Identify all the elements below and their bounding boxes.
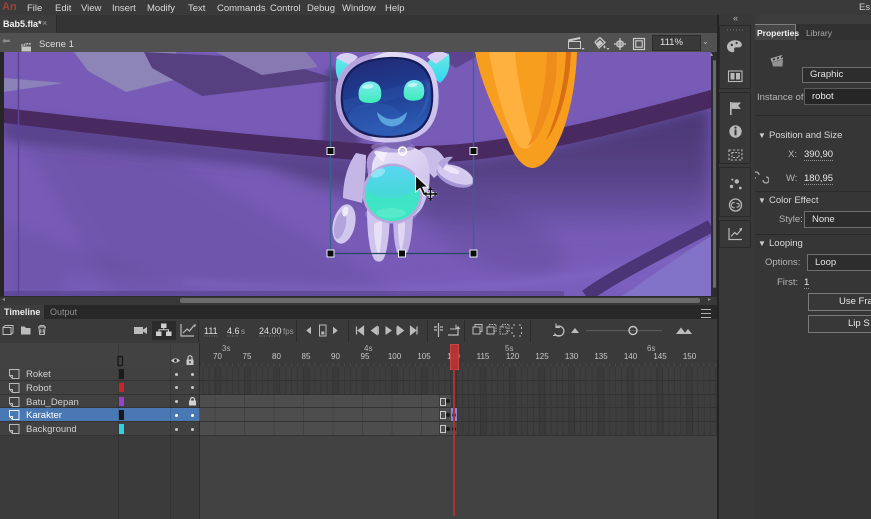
svg-text:24.00: 24.00 [259,326,282,336]
svg-text:111: 111 [204,326,218,336]
svg-text:s: s [241,327,245,336]
svg-text:fps: fps [283,327,294,336]
svg-text:4.6: 4.6 [227,326,240,336]
